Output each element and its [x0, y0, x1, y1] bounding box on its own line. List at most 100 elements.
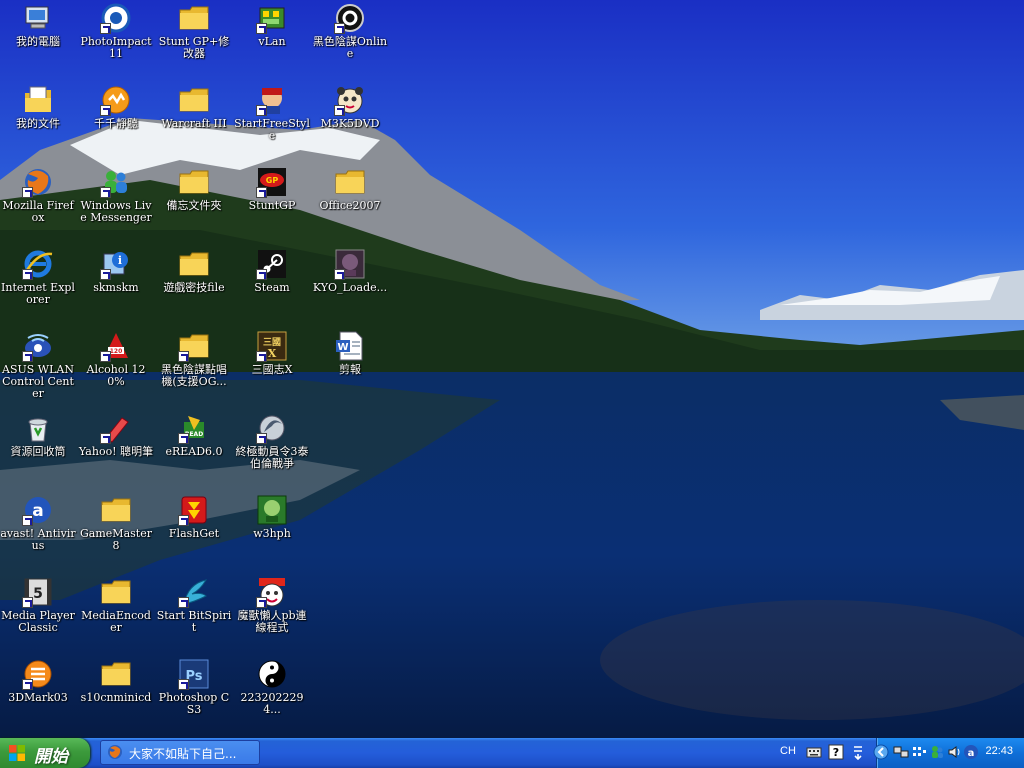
- ttplayer-icon: [100, 84, 132, 116]
- start-button[interactable]: 開始: [0, 738, 90, 768]
- messenger-tray-icon[interactable]: [929, 744, 945, 760]
- svg-text:a: a: [32, 501, 43, 521]
- desktop-icon[interactable]: StartFreeStyle: [233, 84, 311, 142]
- desktop-icon-label: M3K5DVD: [320, 117, 380, 130]
- desktop-icon[interactable]: KYO_Loade...: [311, 248, 389, 294]
- desktop-icon[interactable]: 魔獸懶人pb連線程式: [233, 576, 311, 634]
- shortcut-arrow-icon: [178, 515, 189, 526]
- clock[interactable]: 22:43: [985, 745, 1013, 757]
- photoshop-icon: Ps: [178, 658, 210, 690]
- desktop[interactable]: 我的電腦 PhotoImpact 11 Stunt GP+修改器 vLan 黑色陰謀On…: [0, 0, 1024, 738]
- desktop-icon-label: 黑色陰謀點唱機(支援OG...: [161, 363, 227, 388]
- desktop-icon-label: avast! Antivirus: [0, 527, 76, 552]
- desktop-icon-label: Alcohol 120%: [86, 363, 146, 388]
- language-indicator[interactable]: CH: [780, 745, 796, 757]
- desktop-icon[interactable]: Mozilla Firefox: [0, 166, 77, 224]
- desktop-icon[interactable]: ASUS WLAN Control Center: [0, 330, 77, 400]
- desktop-icon-label: Media Player Classic: [1, 609, 75, 634]
- warcraft-lazy-icon: [256, 576, 288, 608]
- desktop-icon[interactable]: 黑色陰謀點唱機(支援OG...: [155, 330, 233, 388]
- desktop-icon[interactable]: Internet Explorer: [0, 248, 77, 306]
- desktop-icon[interactable]: GameMaster8: [77, 494, 155, 552]
- stuntgp-icon: GP: [256, 166, 288, 198]
- desktop-icon[interactable]: Windows Live Messenger: [77, 166, 155, 224]
- desktop-icon[interactable]: PhotoImpact 11: [77, 2, 155, 60]
- avast-tray-icon[interactable]: a: [963, 744, 979, 760]
- wireless-icon[interactable]: [911, 744, 927, 760]
- desktop-icon[interactable]: MediaEncoder: [77, 576, 155, 634]
- desktop-icon[interactable]: Steam: [233, 248, 311, 294]
- shortcut-arrow-icon: [256, 597, 267, 608]
- desktop-icon[interactable]: GP StuntGP: [233, 166, 311, 212]
- photoimpact-icon: [100, 2, 132, 34]
- desktop-icon[interactable]: 千千靜聽: [77, 84, 155, 130]
- desktop-icon[interactable]: Office2007: [311, 166, 389, 212]
- ime-options-icon[interactable]: [850, 744, 866, 760]
- desktop-icon[interactable]: 黑色陰謀Online: [311, 2, 389, 60]
- shortcut-arrow-icon: [22, 679, 33, 690]
- desktop-icon[interactable]: M3K5DVD: [311, 84, 389, 130]
- desktop-icon[interactable]: Start BitSpirit: [155, 576, 233, 634]
- shortcut-arrow-icon: [334, 105, 345, 116]
- desktop-icon-label: eREAD6.0: [165, 445, 223, 458]
- help-icon[interactable]: ?: [828, 744, 844, 760]
- desktop-icon[interactable]: 我的文件: [0, 84, 77, 130]
- volume-icon[interactable]: [947, 744, 963, 760]
- desktop-icon[interactable]: 120 Alcohol 120%: [77, 330, 155, 388]
- internet-explorer-icon: [22, 248, 54, 280]
- windows-flag-icon: [9, 745, 25, 761]
- alcohol-icon: 120: [100, 330, 132, 362]
- desktop-icon[interactable]: 我的電腦: [0, 2, 77, 48]
- desktop-icon-label: 備忘文件夾: [166, 199, 222, 212]
- folder-icon: [178, 84, 210, 116]
- desktop-icon[interactable]: w3hph: [233, 494, 311, 540]
- desktop-icon-label: FlashGet: [168, 527, 220, 540]
- desktop-icon-label: 魔獸懶人pb連線程式: [237, 609, 307, 634]
- 3dmark-icon: [22, 658, 54, 690]
- desktop-icon[interactable]: s10cnminicd: [77, 658, 155, 704]
- shortcut-arrow-icon: [100, 105, 111, 116]
- desktop-icon[interactable]: Yahoo! 聰明筆: [77, 412, 155, 458]
- desktop-icon[interactable]: vLan: [233, 2, 311, 48]
- shortcut-arrow-icon: [256, 105, 267, 116]
- desktop-icon[interactable]: 遊戲密技file: [155, 248, 233, 294]
- recycle-bin-icon: [22, 412, 54, 444]
- desktop-icon-label: 資源回收筒: [10, 445, 66, 458]
- desktop-icon[interactable]: 5 Media Player Classic: [0, 576, 77, 634]
- folder-icon: [334, 166, 366, 198]
- shortcut-arrow-icon: [334, 269, 345, 280]
- desktop-icon[interactable]: 3DMark03: [0, 658, 77, 704]
- desktop-icon[interactable]: Ps Photoshop CS3: [155, 658, 233, 716]
- desktop-icon[interactable]: READ eREAD6.0: [155, 412, 233, 458]
- desktop-icon[interactable]: Warcraft III: [155, 84, 233, 130]
- desktop-icon-label: 黑色陰謀Online: [312, 35, 388, 60]
- desktop-icon[interactable]: 資源回收筒: [0, 412, 77, 458]
- desktop-icon-label: 遊戲密技file: [163, 281, 225, 294]
- desktop-icon-label: MediaEncoder: [81, 609, 151, 634]
- desktop-icon[interactable]: FlashGet: [155, 494, 233, 540]
- desktop-icon[interactable]: i skmskm: [77, 248, 155, 294]
- desktop-icon[interactable]: 備忘文件夾: [155, 166, 233, 212]
- desktop-icon[interactable]: Stunt GP+修改器: [155, 2, 233, 60]
- folder-icon: [100, 658, 132, 690]
- desktop-icon[interactable]: a avast! Antivirus: [0, 494, 77, 552]
- desktop-icon[interactable]: 2232022294...: [233, 658, 311, 716]
- keyboard-icon[interactable]: [806, 744, 822, 760]
- desktop-icon-label: PhotoImpact 11: [80, 35, 152, 60]
- shortcut-arrow-icon: [178, 433, 189, 444]
- desktop-icon-label: 2232022294...: [240, 691, 304, 716]
- word-document-icon: W: [334, 330, 366, 362]
- desktop-icon[interactable]: W 剪報: [311, 330, 389, 376]
- desktop-icon[interactable]: 三國 X 三國志X: [233, 330, 311, 376]
- taskbar-window-button[interactable]: 大家不如貼下自己...: [100, 740, 260, 765]
- svg-text:?: ?: [833, 746, 839, 759]
- tray-expand-icon[interactable]: [873, 744, 889, 760]
- network-icon[interactable]: [893, 744, 909, 760]
- svg-text:X: X: [268, 347, 277, 360]
- w3hph-icon: [256, 494, 288, 526]
- shortcut-arrow-icon: [178, 351, 189, 362]
- desktop-icon-label: GameMaster8: [80, 527, 152, 552]
- folder-icon: [100, 494, 132, 526]
- desktop-icon[interactable]: 終極動員令3泰伯倫戰爭: [233, 412, 311, 470]
- freestyle-icon: [256, 84, 288, 116]
